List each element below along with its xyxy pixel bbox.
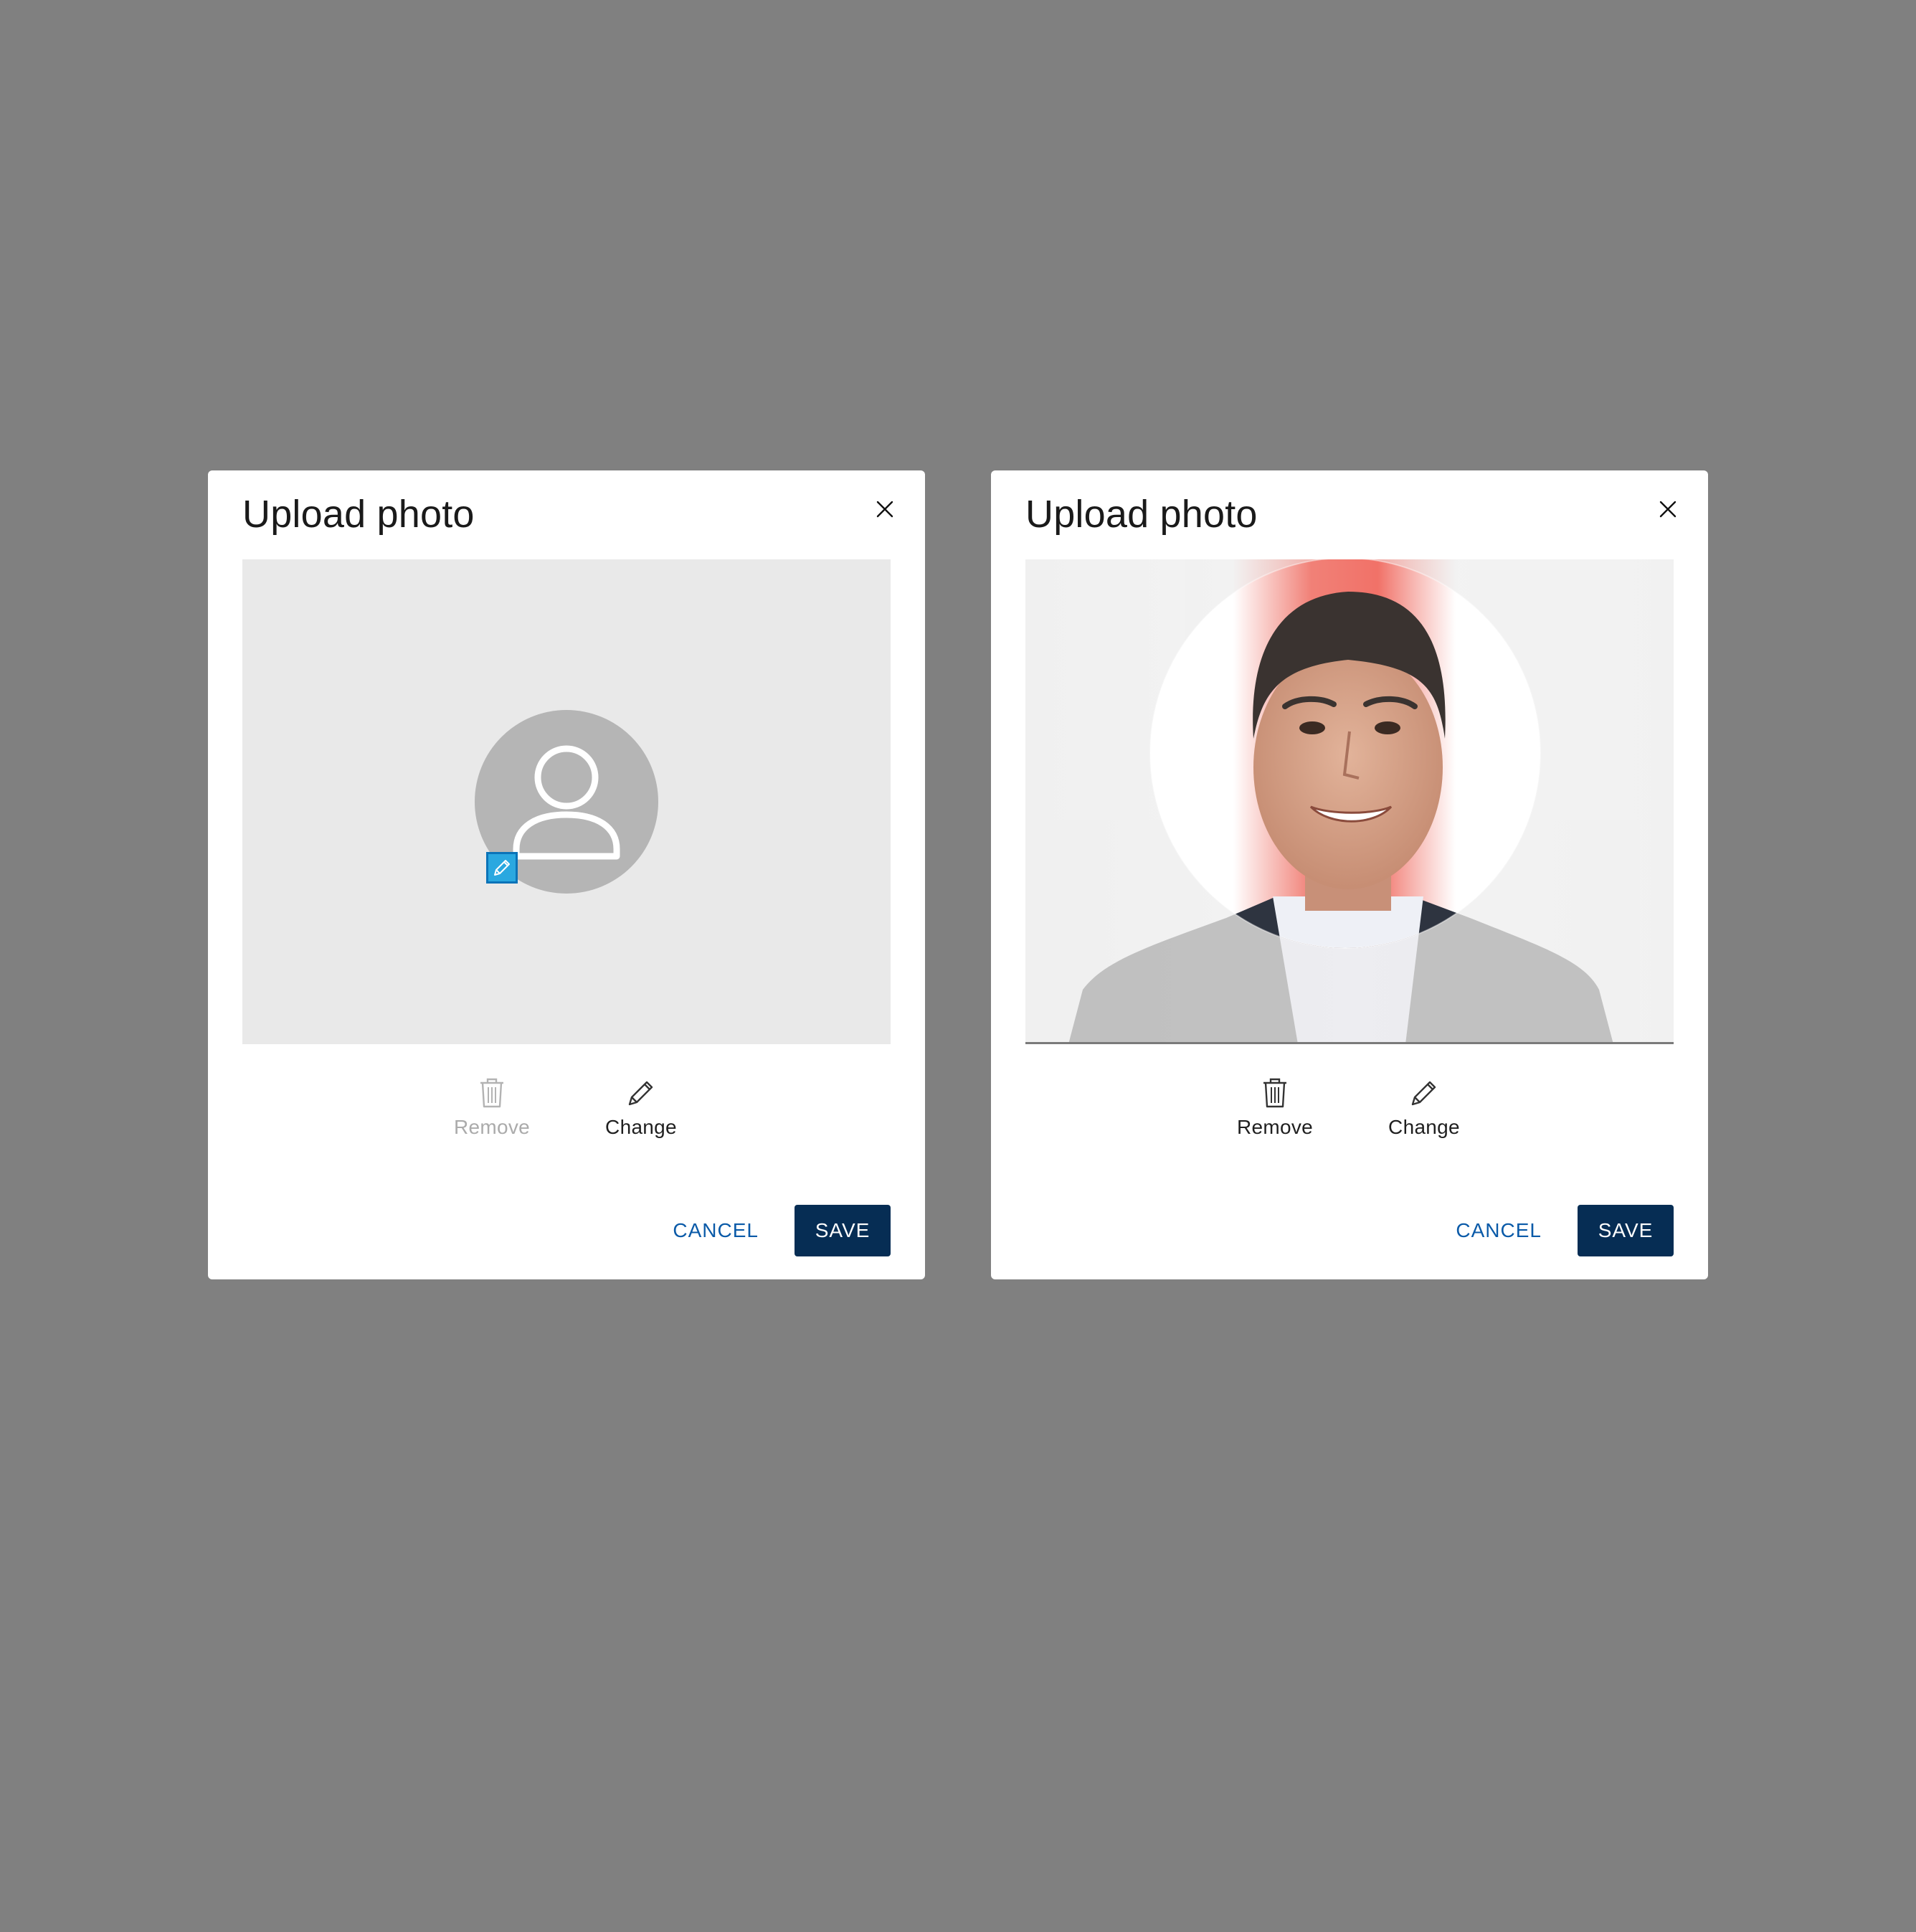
change-label: Change: [1388, 1116, 1460, 1138]
dialog-title: Upload photo: [242, 493, 475, 536]
save-button[interactable]: SAVE: [1578, 1205, 1674, 1256]
cancel-button[interactable]: CANCEL: [1438, 1205, 1559, 1256]
change-button[interactable]: Change: [584, 1076, 698, 1139]
close-button[interactable]: [871, 495, 899, 524]
remove-label: Remove: [1236, 1116, 1314, 1138]
remove-button[interactable]: Remove: [435, 1076, 549, 1139]
change-button[interactable]: Change: [1367, 1076, 1481, 1139]
dialog-footer: CANCEL SAVE: [1438, 1205, 1674, 1256]
pencil-icon: [628, 1081, 653, 1106]
user-icon: [513, 745, 620, 860]
profile-photo: [1025, 559, 1674, 1042]
photo-actions: Remove Change: [208, 1076, 925, 1155]
edit-photo-badge[interactable]: [486, 852, 518, 884]
close-icon: [1659, 501, 1676, 518]
upload-photo-dialog-empty: Upload photo Remove Change CANCEL SAVE: [208, 470, 925, 1279]
pencil-icon: [494, 860, 510, 876]
close-icon: [876, 501, 893, 518]
photo-actions: Remove Change: [991, 1076, 1708, 1155]
remove-button[interactable]: Remove: [1218, 1076, 1332, 1139]
change-label: Change: [605, 1116, 677, 1138]
save-button[interactable]: SAVE: [795, 1205, 891, 1256]
photo-preview-area: [1025, 559, 1674, 1044]
dialog-title: Upload photo: [1025, 493, 1258, 536]
cancel-button[interactable]: CANCEL: [655, 1205, 776, 1256]
close-button[interactable]: [1654, 495, 1682, 524]
photo-preview-area: [242, 559, 891, 1044]
trash-icon: [480, 1078, 503, 1108]
pencil-icon: [1411, 1081, 1436, 1106]
remove-label: Remove: [453, 1116, 531, 1138]
dialog-footer: CANCEL SAVE: [655, 1205, 891, 1256]
trash-icon: [1263, 1078, 1286, 1108]
upload-photo-dialog-with-photo: Upload photo Remove Change CANCEL SAVE: [991, 470, 1708, 1279]
